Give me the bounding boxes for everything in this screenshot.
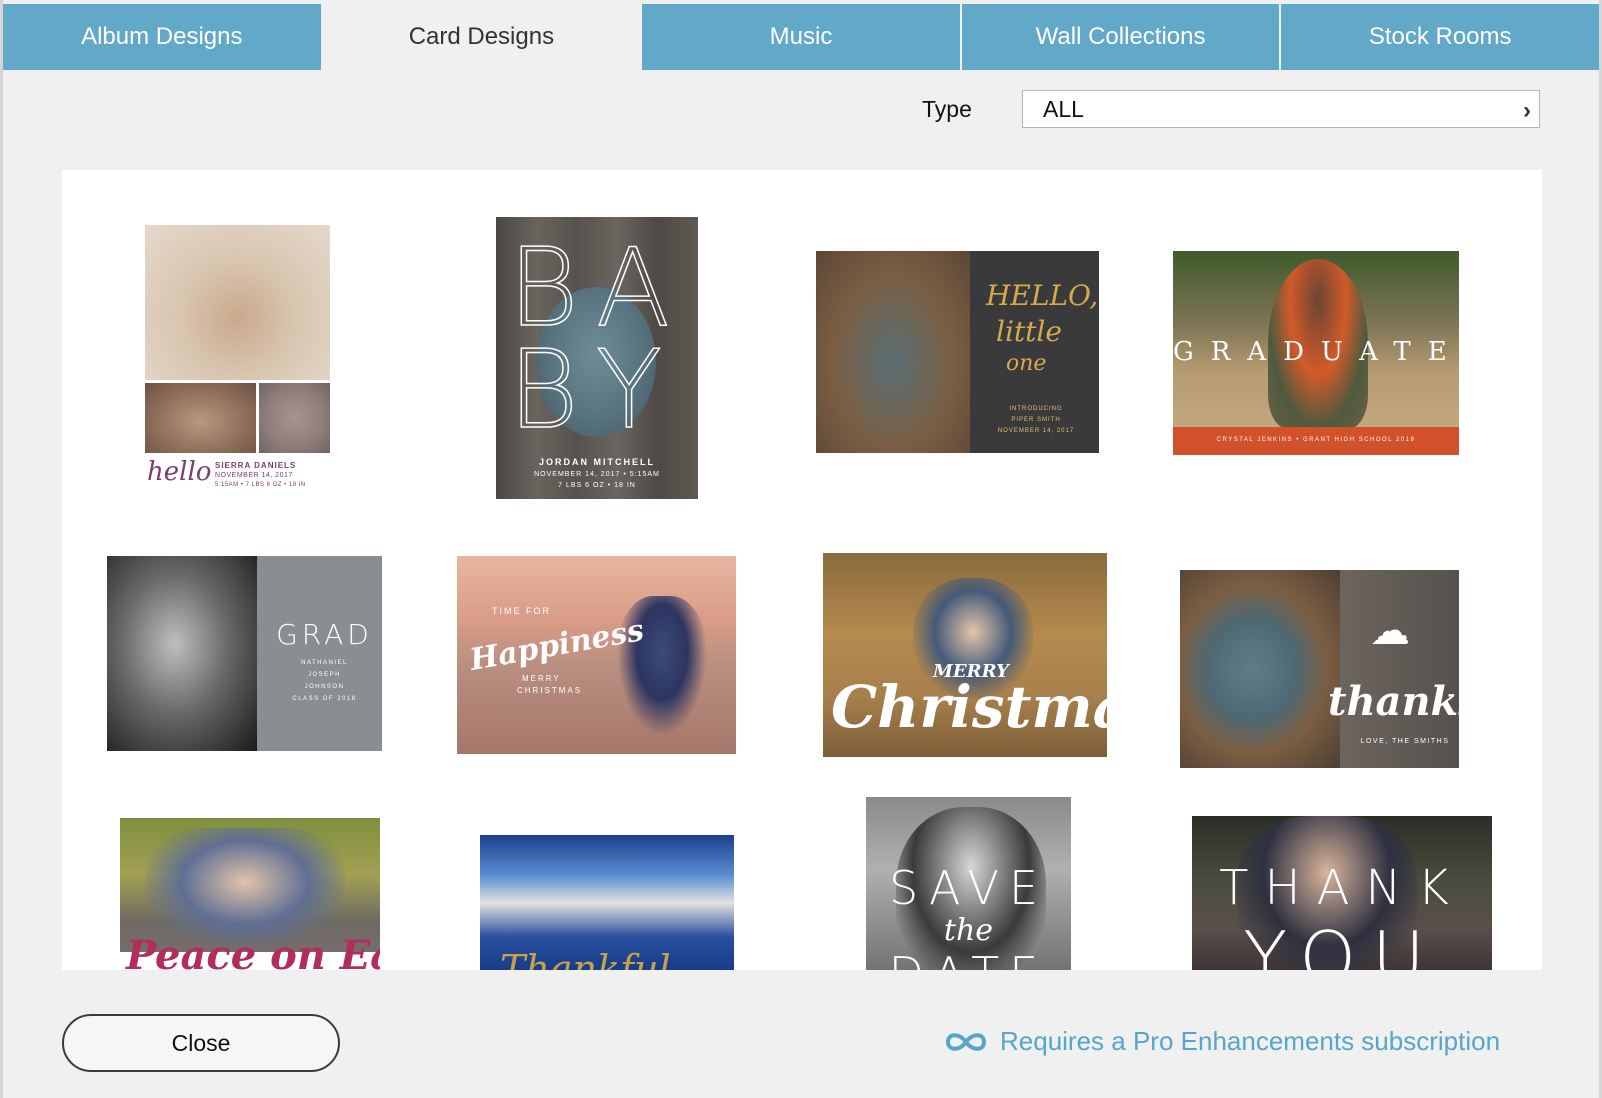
card-title-text: THANK: [1219, 860, 1465, 916]
card-date-text: NOVEMBER 14, 2017 • 5:15AM: [534, 471, 660, 478]
card-script-text: one: [1006, 351, 1047, 376]
tab-music[interactable]: Music: [642, 4, 962, 70]
card-name-text: NATHANIEL: [301, 660, 348, 666]
card-title-text: DATE: [866, 947, 1071, 970]
card-design-thankful[interactable]: Thankful: [480, 835, 734, 970]
card-title-text: YOU: [1243, 916, 1441, 970]
close-button[interactable]: Close: [62, 1014, 340, 1072]
card-caption-text: CLASS OF 2018: [292, 696, 357, 702]
window-left-border: [0, 0, 3, 1098]
card-caption-text: LOVE, THE SMITHS: [1360, 738, 1450, 745]
card-design-grad[interactable]: GRAD NATHANIEL JOSEPH JOHNSON CLASS OF 2…: [107, 556, 382, 751]
card-script-text: hello: [147, 457, 212, 487]
card-title-text: GRADUATE: [1173, 337, 1459, 367]
tab-card-designs[interactable]: Card Designs: [322, 4, 643, 70]
card-name-text: PIPER SMITH: [1011, 417, 1061, 423]
card-script-text: little: [996, 315, 1062, 348]
type-filter-label: Type: [922, 96, 972, 122]
card-design-gallery[interactable]: hello SIERRA DANIELS NOVEMBER 14, 2017 5…: [62, 170, 1542, 970]
card-date-text: NOVEMBER 14, 2017: [997, 428, 1075, 434]
newborn-photo: [816, 251, 970, 453]
card-caption-text: INTRODUCING: [1009, 406, 1063, 412]
card-design-hello-little-one[interactable]: HELLO, little one INTRODUCING PIPER SMIT…: [816, 251, 1099, 453]
type-filter-value: ALL: [1043, 95, 1084, 122]
card-script-text: Peace on Earth: [126, 932, 380, 970]
card-design-thank-you[interactable]: THANK YOU: [1192, 816, 1492, 970]
card-design-graduate[interactable]: GRADUATE CRYSTAL JENKINS • GRANT HIGH SC…: [1173, 251, 1459, 455]
card-caption-text: CRYSTAL JENKINS • GRANT HIGH SCHOOL 2018: [1216, 437, 1416, 443]
card-letter: B: [507, 226, 579, 351]
card-name-text: JOSEPH: [307, 672, 341, 678]
card-script-text: Thankful: [500, 947, 671, 970]
card-letter: B: [507, 328, 579, 453]
card-stats-text: 5:15AM • 7 LBS 6 OZ • 18 IN: [215, 482, 306, 488]
tab-wall-collections[interactable]: Wall Collections: [961, 4, 1282, 70]
card-design-hello[interactable]: hello SIERRA DANIELS NOVEMBER 14, 2017 5…: [145, 225, 330, 490]
card-design-merry-christmas[interactable]: MERRY Christmas: [823, 553, 1107, 757]
card-script-text: HELLO,: [986, 279, 1099, 312]
tab-album-designs[interactable]: Album Designs: [3, 4, 323, 70]
pro-subscription-link[interactable]: Requires a Pro Enhancements subscription: [942, 1026, 1500, 1057]
card-design-thanks[interactable]: ☁ thanks LOVE, THE SMITHS: [1180, 570, 1459, 768]
card-caption-text: CHRISTMAS: [517, 686, 583, 695]
family-photo: [145, 828, 345, 948]
card-script-text: thanks: [1328, 678, 1459, 725]
card-letter: A: [595, 226, 670, 351]
newborn-photo: [145, 225, 330, 380]
graduate-photo: [107, 556, 257, 751]
card-title-text: GRAD: [276, 618, 373, 651]
card-design-happiness[interactable]: TIME FOR Happiness MERRY CHRISTMAS: [457, 556, 736, 754]
newborn-photo-small-1: [145, 383, 256, 453]
chevron-right-icon: ›: [1523, 97, 1531, 124]
card-script-text: the: [943, 913, 994, 948]
card-design-peace-on-earth[interactable]: Peace on Earth: [120, 818, 380, 970]
tab-stock-rooms[interactable]: Stock Rooms: [1281, 4, 1599, 70]
cloud-icon: ☁: [1370, 609, 1410, 653]
card-script-text: Christmas: [831, 673, 1107, 741]
type-filter-select[interactable]: ALL ›: [1022, 90, 1540, 128]
infinity-icon: [945, 1032, 987, 1051]
newborn-photo-small-2: [259, 383, 330, 453]
card-name-text: SIERRA DANIELS: [215, 461, 297, 470]
card-design-save-the-date[interactable]: SAVE the DATE: [866, 797, 1071, 970]
card-title-text: SAVE: [888, 861, 1049, 915]
card-name-text: JOHNSON: [304, 684, 345, 690]
card-name-text: JORDAN MITCHELL: [539, 457, 655, 467]
tab-bar: Album Designs Card Designs Music Wall Co…: [3, 4, 1599, 70]
card-letter: Y: [595, 328, 662, 453]
card-design-baby[interactable]: B A B Y JORDAN MITCHELL NOVEMBER 14, 201…: [496, 217, 698, 499]
card-stats-text: 7 LBS 6 OZ • 18 IN: [558, 482, 636, 489]
pro-subscription-text: Requires a Pro Enhancements subscription: [1000, 1026, 1501, 1056]
newborn-photo: [1180, 570, 1340, 768]
card-caption-text: MERRY: [522, 674, 561, 683]
card-date-text: NOVEMBER 14, 2017: [215, 472, 293, 479]
card-caption-text: TIME FOR: [492, 606, 551, 616]
